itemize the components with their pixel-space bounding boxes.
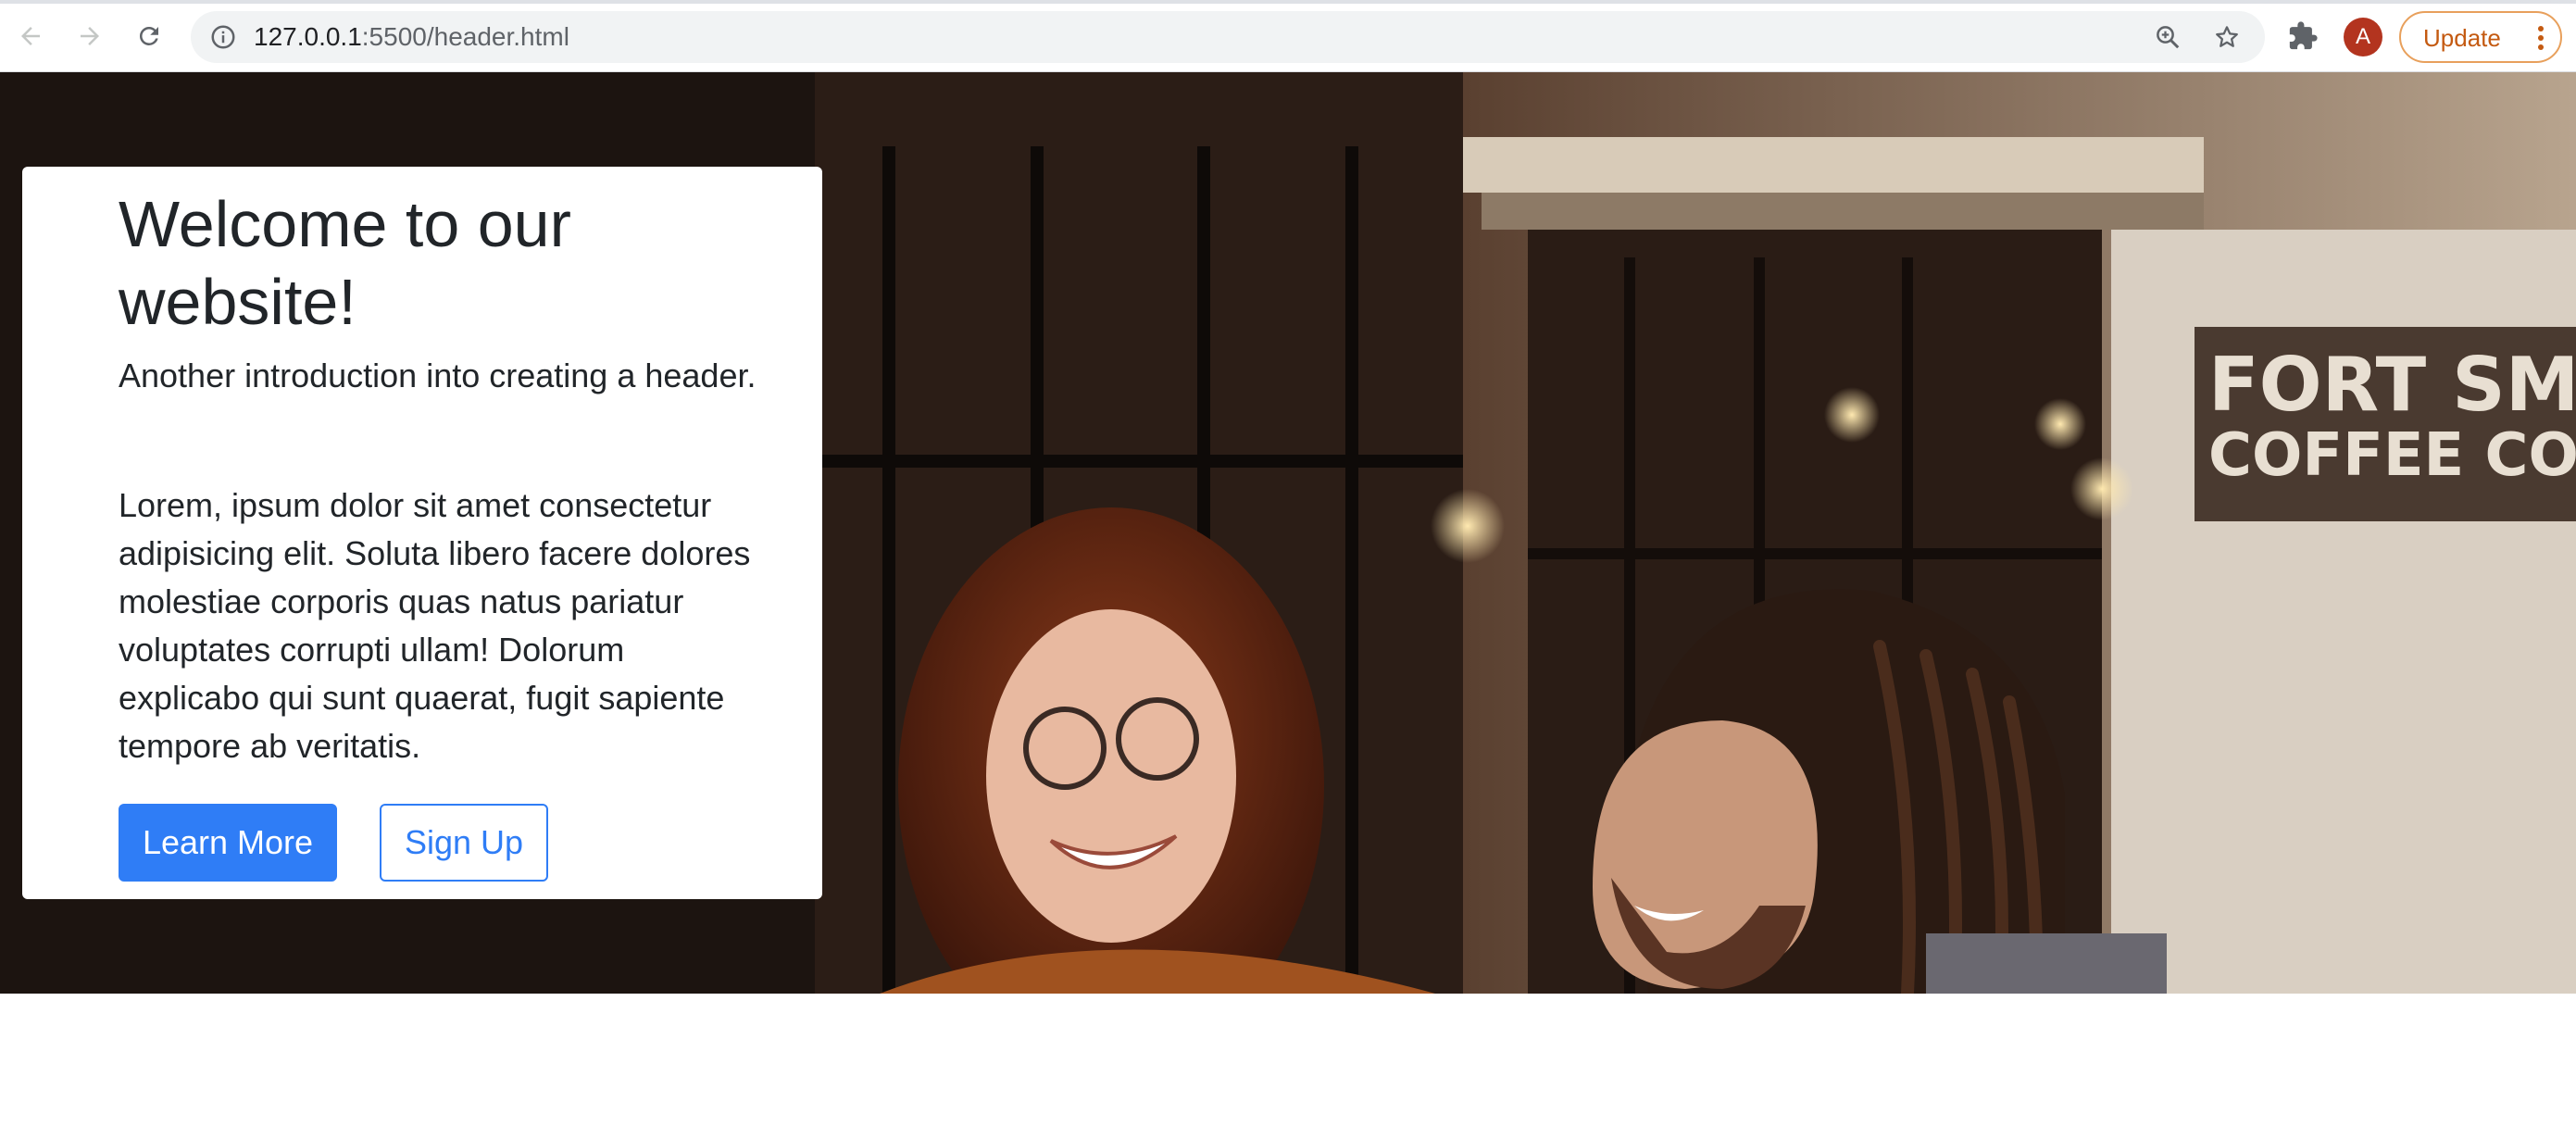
tab-strip-edge xyxy=(0,0,2576,4)
hero-card: Welcome to our website! Another introduc… xyxy=(22,167,822,899)
zoom-icon[interactable] xyxy=(2154,23,2182,51)
hero-section: FORT SMITH COFFEE CO Welcome to our webs… xyxy=(0,72,2576,994)
extensions-puzzle-icon[interactable] xyxy=(2287,20,2319,52)
reload-button[interactable] xyxy=(131,19,167,54)
sign-text: FORT SMITH xyxy=(2208,342,2576,428)
address-bar[interactable]: 127.0.0.1:5500/header.html xyxy=(191,11,2265,63)
url-text[interactable]: 127.0.0.1:5500/header.html xyxy=(254,22,569,52)
url-path: :5500/header.html xyxy=(361,22,569,51)
profile-avatar[interactable]: A xyxy=(2344,18,2382,56)
back-button[interactable] xyxy=(13,19,48,54)
learn-more-button[interactable]: Learn More xyxy=(119,804,337,882)
hero-body-text: Lorem, ipsum dolor sit amet consectetur … xyxy=(119,486,751,765)
sign-up-button[interactable]: Sign Up xyxy=(380,804,548,882)
site-info-icon[interactable] xyxy=(209,23,237,51)
reload-icon xyxy=(139,26,158,45)
bookmark-star-icon[interactable] xyxy=(2213,23,2241,51)
browser-toolbar: 127.0.0.1:5500/header.html A Update xyxy=(0,0,2576,72)
forward-button[interactable] xyxy=(72,19,107,54)
kebab-menu-icon xyxy=(2538,26,2544,50)
hero-lead: Another introduction into creating a hea… xyxy=(119,357,757,394)
update-button[interactable]: Update xyxy=(2399,11,2562,63)
update-label: Update xyxy=(2423,24,2501,52)
back-arrow-icon xyxy=(21,27,40,45)
hero-title: Welcome to our website! xyxy=(119,188,571,338)
svg-text:COFFEE CO: COFFEE CO xyxy=(2208,421,2576,490)
forward-arrow-icon xyxy=(81,27,99,45)
url-host: 127.0.0.1 xyxy=(254,22,362,51)
